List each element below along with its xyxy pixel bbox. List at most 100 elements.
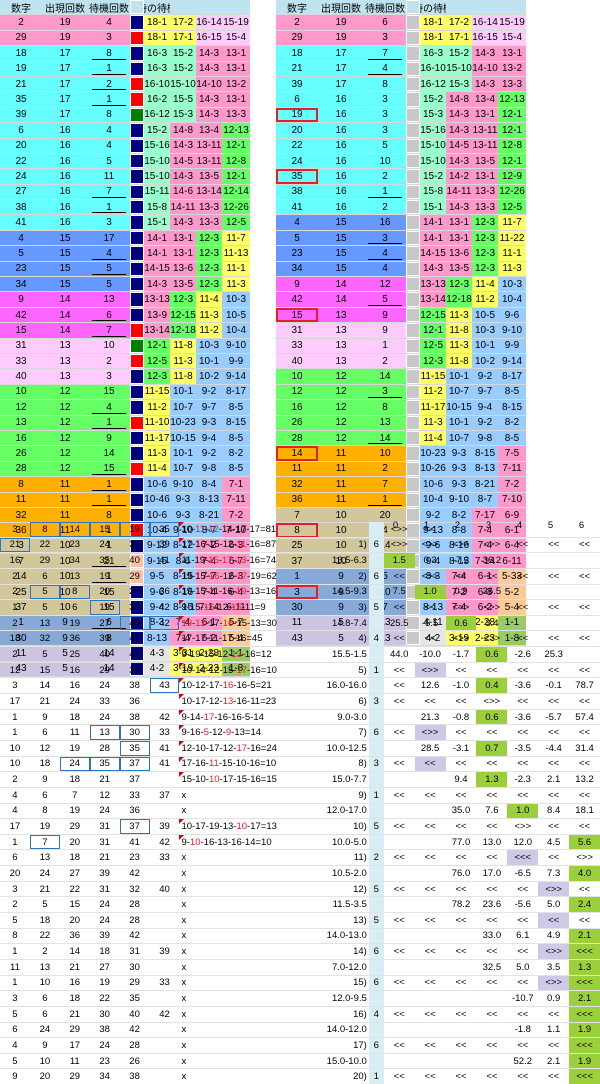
draw-number: 19 [69,742,81,754]
draw-number [150,663,180,678]
stat-cell: 23.6 [482,899,502,911]
history-cell: 15-19 [222,15,250,30]
history-cell: 10-15 [170,430,196,446]
wait-cell: 5 [88,261,130,277]
count-cell: 16 [318,153,364,169]
draw-number: 8 [42,805,48,817]
draw-number: 24 [99,711,110,723]
history-cell: 11-1 [498,246,526,261]
comment-marker [179,709,185,715]
wait-cell: 10 [364,446,406,461]
number-cell: 9 [276,277,318,292]
draw-number: 20 [99,586,110,598]
history-cell: 10-26 [420,461,446,477]
table-row: 40 13 2 12-3 11-8 10-2 9-14 [276,353,526,370]
history-cell: 13-13 [420,277,446,292]
draw-number [150,772,180,787]
formula-part: 17 [236,570,248,582]
formula-part: 45 [251,633,263,645]
draw-number: 13 [39,961,51,973]
draw-number: 36 [129,695,140,707]
history-cell: 15-10 [420,153,446,169]
formula-cell: 17-16-11-15-10-16 = 10 [179,756,277,770]
stat-cell: << [455,727,467,739]
wait-cell: 3 [364,123,406,138]
history-cell: 12-3 [196,261,222,277]
draw-number: 6 [12,852,18,864]
history-cell: 13-1 [498,46,526,61]
history-cell: 15-3 [420,107,446,123]
table-row: 22 16 5 15-10 14-5 13-11 12-8 [0,153,250,170]
draw-number: 42 [159,836,170,848]
history-cell: 12-13 [222,123,250,138]
table-row: 21 17 4 16-10 15-10 14-10 13-2 [276,61,526,77]
formula-part: 62 [266,570,277,582]
stat-cell: 8.4 [547,805,561,817]
stat-cell: << [424,883,436,895]
formula-part: 16 [249,539,261,551]
table-row: 12 12 3 11-2 10-7 9-7 8-5 [276,384,526,401]
history-cell: 12-5 [498,200,526,215]
formula-cell: 10-17-19-13-10-17 = 13 [179,819,277,832]
stat-cell: << [517,570,529,582]
stat-cell: << [548,852,560,864]
stat-cell: <>> [421,539,439,551]
range-label: 14.0-13.0 [326,930,367,942]
color-swatch [130,246,144,261]
stat-cell: 3.4 [485,617,499,629]
count-cell: 15 [42,230,88,246]
stat-cell: << [486,727,498,739]
draw-number: 41 [159,742,170,754]
draw-number: 7 [72,789,78,801]
draw-number: 29 [99,664,110,676]
history-cell: 10-46 [144,492,170,507]
draw-number: 15 [39,664,51,676]
color-swatch [406,169,420,184]
stat-cell: << [424,602,436,614]
draw-number: 5 [42,648,48,660]
formula-part: 5 [250,680,256,692]
wait-cell: 11 [88,169,130,184]
formula-part: 10 [195,774,206,786]
draw-number: 9 [42,711,48,723]
formula-cell: x [181,1071,187,1083]
number-cell: 10 [0,384,42,400]
formula-part: 16 [249,758,261,770]
wait-cell: 3 [364,107,406,123]
draw-number: 10 [39,977,51,989]
draw-number: 18 [39,914,51,926]
history-cell: 13-2 [498,61,526,76]
stat-cell: <>> [483,695,501,707]
table-row: 32 11 7 10-6 9-3 8-21 7-2 [276,477,526,493]
history-cell: 13-5 [170,277,196,292]
history-cell: 14-1 [420,215,446,230]
draw-number: 24 [99,1039,110,1051]
range-marker [368,584,384,600]
stat-cell: 6.1 [516,930,530,942]
range-marker: 2 [368,850,384,866]
wait-cell: 6 [364,15,406,30]
history-cell: 14-11 [170,200,196,215]
count-cell: 17 [42,92,88,107]
formula-part: 19 [250,570,261,582]
formula-part: 16 [222,680,234,692]
stat-cell: -3.5 [514,742,531,754]
range-marker: 4 [368,1006,384,1022]
color-swatch [406,384,420,400]
formula-part: 13 [217,836,228,848]
formula-part: 12 [208,695,220,707]
draw-number: 42 [149,615,180,631]
stat-cell: << [486,946,498,958]
stat-cell: 76.0 [451,867,471,879]
stat-cell: <>> [414,662,446,678]
count-cell: 11 [318,461,364,477]
table-row: 16 12 8 11-17 10-15 9-4 8-15 [276,400,526,416]
formula-part: 16 [208,570,220,582]
range-marker: 6 [368,944,384,959]
formula-cell: x [181,930,187,942]
lower-row: 6 24 29 38 42 x 14.0-12.0 -1.8 1.1 1.9 [0,1022,600,1039]
count-cell: 16 [42,200,88,215]
draw-number: 19 [39,820,51,832]
formula-part: 16 [244,648,256,660]
count-cell: 15 [42,261,88,277]
